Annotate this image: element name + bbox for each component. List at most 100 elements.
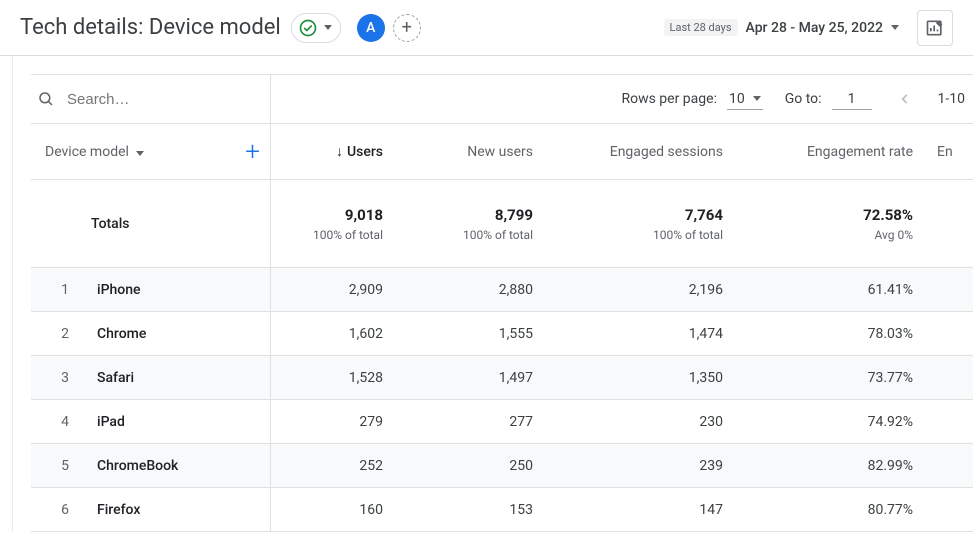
column-header-engaged-sessions[interactable]: Engaged sessions [551, 144, 741, 160]
row-value: 2,196 [551, 282, 741, 298]
table-row[interactable]: 5 ChromeBook 25225023982.99% [31, 444, 973, 488]
dimension-header-label: Device model [45, 144, 129, 160]
date-range-label: Last 28 days [664, 19, 738, 36]
table-row[interactable]: 3Safari1,5281,4971,35073.77% [31, 356, 973, 400]
totals-sub: 100% of total [653, 228, 723, 242]
totals-cell: 8,799 100% of total [401, 180, 551, 267]
row-name: ChromeBook [97, 458, 178, 474]
row-value: 250 [401, 458, 551, 474]
totals-value: 72.58% [863, 206, 913, 224]
date-range-picker[interactable]: Last 28 days Apr 28 - May 25, 2022 [664, 19, 899, 36]
sort-descending-icon: ↓ [336, 143, 343, 160]
table-controls: Rows per page: 10 Go to: 1 1-10 [31, 74, 973, 124]
row-value: 1,602 [271, 326, 401, 342]
add-dimension-button[interactable]: + [245, 137, 260, 167]
row-dimension: 6 Firefox [31, 488, 271, 531]
row-dimension: 3Safari [31, 356, 271, 399]
row-value: 2,880 [401, 282, 551, 298]
report-body: Rows per page: 10 Go to: 1 1-10 Device m… [12, 56, 973, 532]
row-dimension: 5 ChromeBook [31, 444, 271, 487]
totals-cell: 7,764 100% of total [551, 180, 741, 267]
row-value: 74.92% [741, 414, 931, 430]
row-value: 73.77% [741, 370, 931, 386]
column-headers: Device model + ↓ Users New users Engaged… [31, 124, 973, 180]
prev-page-button[interactable] [894, 88, 916, 110]
row-value: 252 [271, 458, 401, 474]
plus-icon: + [402, 17, 412, 38]
date-range-value: Apr 28 - May 25, 2022 [746, 20, 883, 36]
rows-per-page-select[interactable]: 10 [727, 89, 763, 110]
totals-cell: 9,018 100% of total [271, 180, 401, 267]
search-cell [31, 75, 271, 123]
column-header-label: New users [467, 144, 533, 160]
row-value: 239 [551, 458, 741, 474]
goto-input[interactable]: 1 [832, 89, 872, 110]
add-comparison-button[interactable]: + [393, 14, 421, 42]
column-header-users[interactable]: ↓ Users [271, 143, 401, 160]
table-body: 1 iPhone 2,9092,8802,19661.41% 2 Chrome 1,602… [31, 268, 973, 532]
table-row[interactable]: 2 Chrome 1,6021,5551,47478.03% [31, 312, 973, 356]
dimension-header[interactable]: Device model + [31, 124, 271, 179]
column-header-engagement-rate[interactable]: Engagement rate [741, 144, 931, 160]
customize-report-button[interactable] [917, 10, 953, 46]
totals-value: 9,018 [345, 206, 383, 224]
totals-cell: 72.58% Avg 0% [741, 180, 931, 267]
row-name: Chrome [97, 326, 146, 342]
search-icon [37, 90, 55, 108]
row-value: 82.99% [741, 458, 931, 474]
row-value: 80.77% [741, 502, 931, 518]
status-dropdown[interactable] [291, 13, 341, 43]
row-value: 1,474 [551, 326, 741, 342]
chevron-down-icon [136, 151, 144, 156]
search-input[interactable] [65, 90, 215, 109]
totals-value: 8,799 [495, 206, 533, 224]
chevron-down-icon [891, 25, 899, 30]
row-value: 1,528 [271, 370, 401, 386]
column-header-label: Engagement rate [807, 144, 913, 160]
check-circle-icon [298, 18, 318, 38]
row-value: 61.41% [741, 282, 931, 298]
goto-label: Go to: [785, 91, 822, 107]
row-index: 4 [57, 414, 69, 430]
edit-chart-icon [925, 18, 945, 38]
column-header-label: En [937, 144, 953, 160]
row-value: 2,909 [271, 282, 401, 298]
row-value: 1,497 [401, 370, 551, 386]
row-name: iPad [97, 414, 125, 430]
row-index: 6 [57, 502, 69, 518]
column-header-label: Users [347, 144, 383, 160]
row-dimension: 2 Chrome [31, 312, 271, 355]
row-value: 1,350 [551, 370, 741, 386]
row-value: 277 [401, 414, 551, 430]
row-index: 1 [57, 282, 69, 298]
table-row[interactable]: 6Firefox16015314780.77% [31, 488, 973, 532]
page-range-indicator: 1-10 [938, 91, 965, 107]
totals-sub: 100% of total [313, 228, 383, 242]
chevron-down-icon [753, 96, 761, 101]
row-value: 1,555 [401, 326, 551, 342]
row-name: Firefox [97, 502, 140, 518]
row-value: 279 [271, 414, 401, 430]
row-value: 78.03% [741, 326, 931, 342]
chevron-down-icon [324, 25, 332, 30]
column-header-overflow[interactable]: En [931, 144, 973, 160]
row-name: iPhone [97, 282, 141, 298]
totals-row: Totals 9,018 100% of total 8,799 100% of… [31, 180, 973, 268]
rows-per-page-value: 10 [729, 91, 745, 107]
row-value: 230 [551, 414, 741, 430]
header-bar: Tech details: Device model A + Last 28 d… [0, 0, 973, 56]
row-value: 160 [271, 502, 401, 518]
row-index: 3 [57, 370, 69, 386]
table-row[interactable]: 1 iPhone 2,9092,8802,19661.41% [31, 268, 973, 312]
row-index: 5 [57, 458, 69, 474]
page-title: Tech details: Device model [20, 15, 281, 40]
row-dimension: 1 iPhone [31, 268, 271, 311]
segment-avatar[interactable]: A [357, 14, 385, 42]
row-dimension: 4 iPad [31, 400, 271, 443]
totals-sub: 100% of total [463, 228, 533, 242]
totals-label: Totals [31, 180, 271, 267]
row-index: 2 [57, 326, 69, 342]
row-value: 147 [551, 502, 741, 518]
column-header-new-users[interactable]: New users [401, 144, 551, 160]
table-row[interactable]: 4 iPad 27927723074.92% [31, 400, 973, 444]
